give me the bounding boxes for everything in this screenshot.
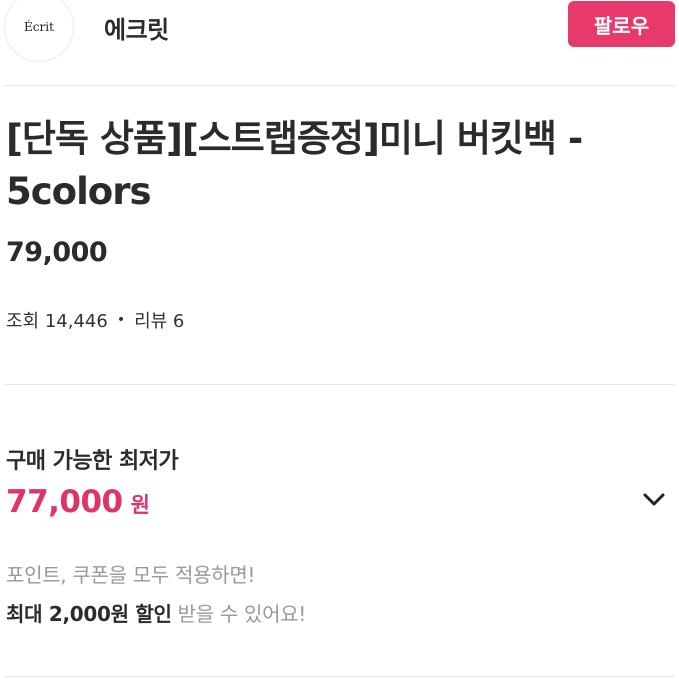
views-count: 조회 14,446 xyxy=(6,311,108,332)
product-stats: 조회 14,446 • 리뷰 6 xyxy=(6,307,184,333)
follow-button[interactable]: 팔로우 xyxy=(568,1,675,47)
brand-name[interactable]: 에크릿 xyxy=(104,10,169,45)
section-divider xyxy=(4,384,675,385)
lowest-price-unit: 원 xyxy=(130,493,150,517)
chevron-down-icon[interactable] xyxy=(638,484,670,516)
brand-logo-text: Écrit xyxy=(24,20,54,34)
lowest-price-amount: 77,000 xyxy=(6,484,123,520)
product-title: [단독 상품][스트랩증정]미니 버킷백 - 5colors xyxy=(6,117,583,213)
discount-note: 포인트, 쿠폰을 모두 적용하면! xyxy=(6,563,256,587)
lowest-price: 77,000 원 xyxy=(6,484,150,520)
lowest-price-label: 구매 가능한 최저가 xyxy=(6,449,179,474)
product-page: Écrit 에크릿 팔로우 [단독 상품][스트랩증정]미니 버킷백 - 5co… xyxy=(0,0,679,679)
bottom-divider xyxy=(4,676,675,677)
stats-separator: • xyxy=(116,312,126,328)
discount-suffix: 받을 수 있어요! xyxy=(177,602,307,626)
header-divider xyxy=(4,85,675,86)
brand-logo[interactable]: Écrit xyxy=(4,0,74,62)
discount-amount: 최대 2,000원 할인 xyxy=(6,602,172,626)
reviews-link[interactable]: 리뷰 6 xyxy=(134,307,184,333)
discount-message: 최대 2,000원 할인 받을 수 있어요! xyxy=(6,598,306,627)
product-price: 79,000 xyxy=(6,237,108,268)
